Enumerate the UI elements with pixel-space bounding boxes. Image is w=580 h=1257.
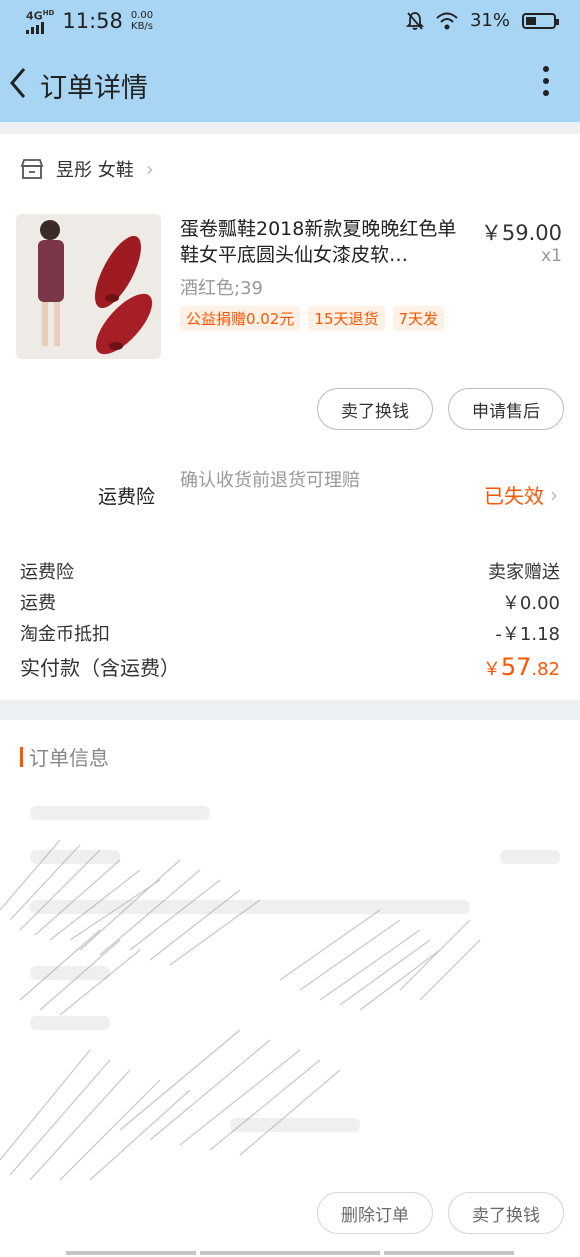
- delete-order-button[interactable]: 删除订单: [317, 1192, 433, 1234]
- after-sale-button[interactable]: 申请售后: [448, 388, 564, 430]
- summary-label: 运费险: [20, 562, 74, 583]
- product-image[interactable]: [16, 214, 161, 359]
- more-vertical-icon[interactable]: [542, 66, 550, 100]
- summary-row: 运费 ￥0.00: [20, 589, 560, 615]
- summary-row: 运费险 卖家赠送: [20, 558, 560, 584]
- wifi-icon: [436, 12, 458, 29]
- insurance-status[interactable]: 已失效 ›: [484, 480, 558, 509]
- total-label: 实付款（含运费）: [20, 656, 180, 680]
- battery-icon: [522, 12, 559, 29]
- shop-row[interactable]: 昱彤 女鞋 ›: [20, 156, 154, 182]
- network-speed-value: 0.00: [130, 9, 154, 21]
- tag-charity: 公益捐赠0.02元: [180, 306, 301, 331]
- scribble-overlay: [0, 839, 481, 1180]
- total-integer: 57: [500, 653, 532, 681]
- network-type: 4G: [26, 9, 43, 23]
- tag-shipping: 7天发: [392, 306, 445, 331]
- total-amount: ￥57.82: [483, 653, 560, 681]
- battery-percent: 31%: [469, 10, 510, 31]
- page-title: 订单详情: [40, 73, 148, 104]
- product-spec: 酒红色;39: [180, 278, 263, 299]
- nav-bar: 订单详情: [0, 44, 580, 122]
- product-title[interactable]: 蛋卷瓢鞋2018新款夏晚晚红色单鞋女平底圆头仙女漆皮软…: [180, 216, 462, 268]
- chevron-right-icon: ›: [145, 157, 154, 181]
- divider: [0, 122, 580, 134]
- order-info-title: 订单信息: [29, 746, 109, 770]
- summary-value: 卖家赠送: [488, 562, 560, 583]
- insurance-status-text: 已失效: [484, 484, 544, 508]
- summary-label: 运费: [20, 593, 56, 614]
- store-icon: [20, 159, 44, 179]
- product-quantity: x1: [541, 246, 562, 266]
- sell-button[interactable]: 卖了换钱: [317, 388, 433, 430]
- insurance-label: 运费险: [98, 486, 156, 508]
- product-price: ￥59.00: [480, 221, 562, 245]
- tag-return: 15天退货: [308, 306, 385, 331]
- signal-icon: [26, 21, 44, 34]
- clock: 11:58: [62, 8, 123, 33]
- network-hd: HD: [42, 9, 55, 17]
- home-indicator: [66, 1251, 196, 1255]
- order-info-header: 订单信息: [20, 742, 109, 771]
- shop-name: 昱彤 女鞋: [56, 160, 134, 181]
- accent-bar: [20, 746, 23, 767]
- status-bar: 4GHD 11:58 0.00 KB/s 31%: [0, 0, 580, 44]
- chevron-left-icon[interactable]: [8, 66, 28, 100]
- sell-button-bottom[interactable]: 卖了换钱: [448, 1192, 564, 1234]
- summary-value: -￥1.18: [495, 624, 560, 645]
- summary-label: 淘金币抵扣: [20, 624, 110, 645]
- network-speed-unit: KB/s: [131, 20, 154, 32]
- home-indicator: [200, 1251, 380, 1255]
- summary-row: 淘金币抵扣 -￥1.18: [20, 620, 560, 646]
- summary-value: ￥0.00: [501, 593, 560, 614]
- network-speed: 0.00 KB/s: [131, 10, 153, 32]
- total-decimal: .82: [531, 659, 560, 680]
- insurance-description: 确认收货前退货可理赔: [180, 470, 360, 491]
- home-indicator: [384, 1251, 514, 1255]
- network-indicator: 4GHD: [26, 8, 54, 34]
- divider: [0, 700, 580, 720]
- product-tags: 公益捐赠0.02元 15天退货 7天发: [180, 306, 445, 331]
- total-currency: ￥: [482, 659, 501, 680]
- total-row: 实付款（含运费） ￥57.82: [20, 652, 560, 681]
- bell-off-icon: [405, 11, 424, 30]
- chevron-right-icon: ›: [550, 482, 558, 507]
